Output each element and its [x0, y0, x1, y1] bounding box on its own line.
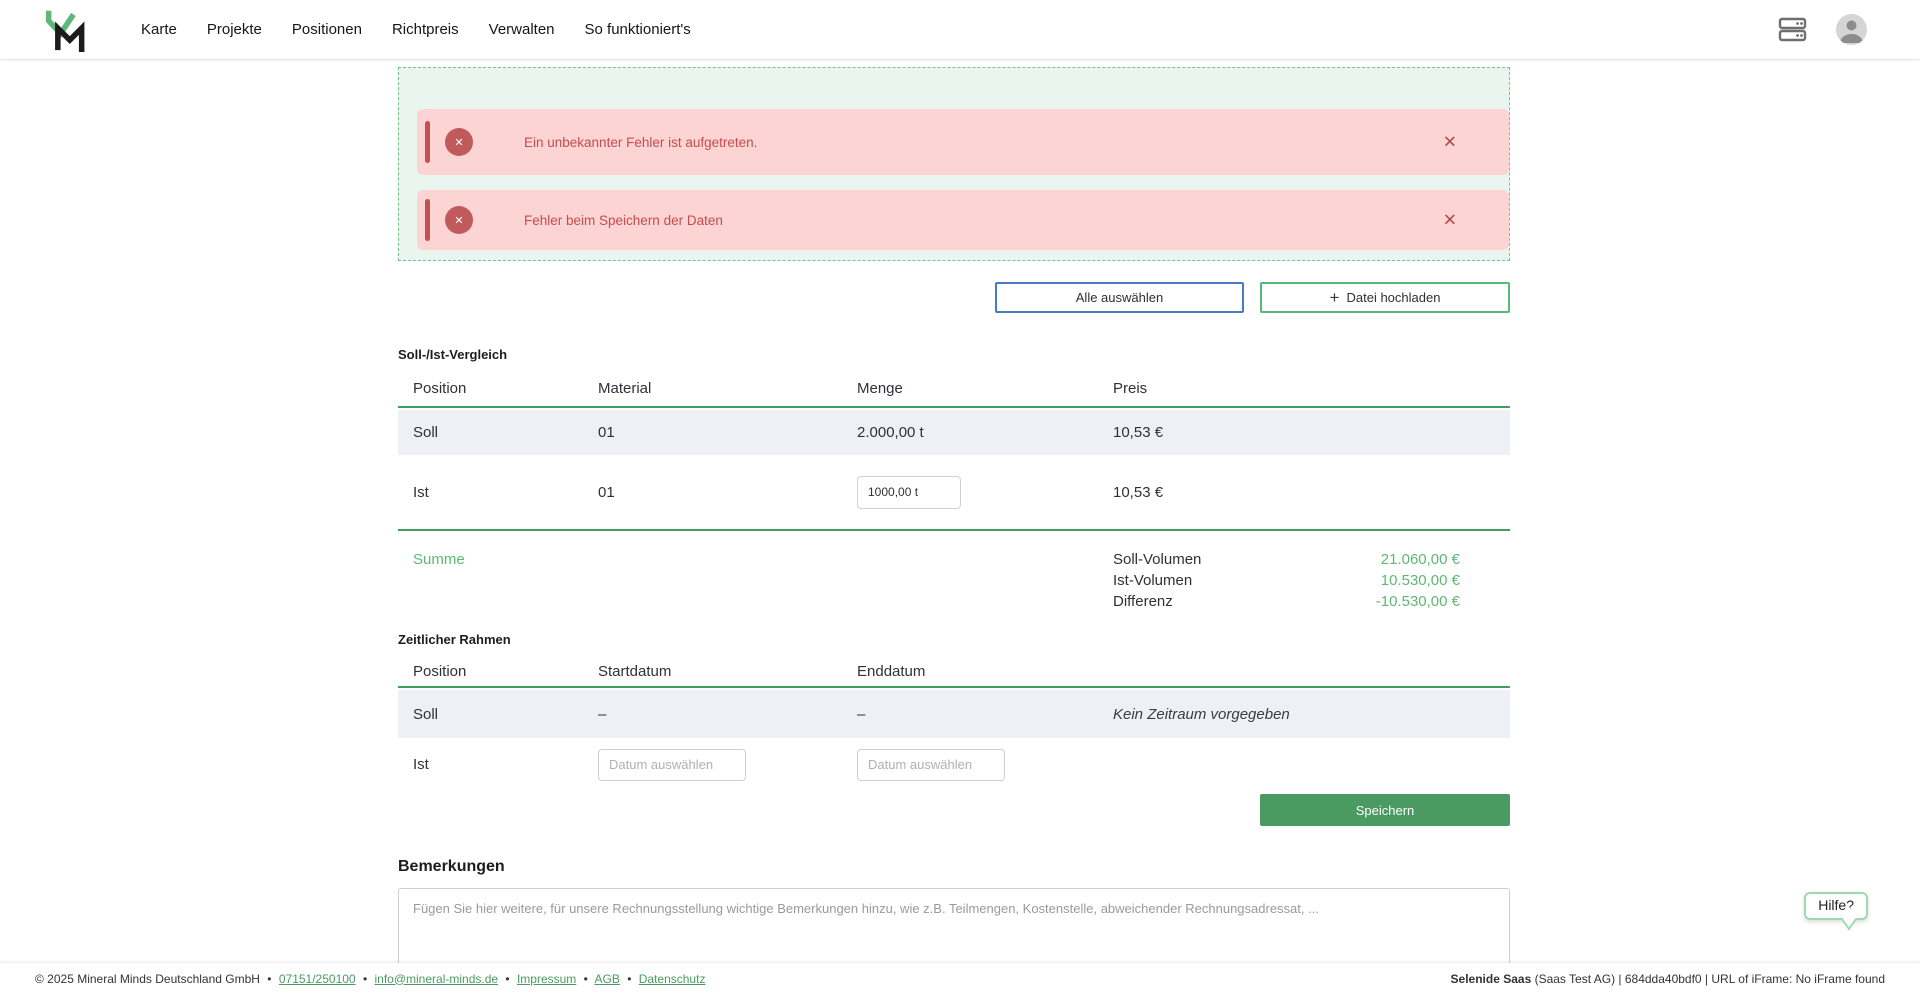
plus-icon: + — [1330, 289, 1340, 306]
summary-block: Summe Soll-Volumen 21.060,00 € Ist-Volum… — [398, 531, 1510, 612]
main-nav: Karte Projekte Positionen Richtpreis Ver… — [141, 21, 691, 38]
col-position: Position — [413, 380, 598, 397]
nav-item-richtpreis[interactable]: Richtpreis — [392, 21, 459, 38]
saas-details: (Saas Test AG) | 684dda40bdf0 | URL of i… — [1531, 972, 1885, 986]
alert-message: Fehler beim Speichern der Daten — [524, 213, 723, 228]
cell-preis: 10,53 € — [1113, 424, 1510, 441]
cell-position: Soll — [413, 424, 598, 441]
summary-row-soll-volumen: Soll-Volumen 21.060,00 € — [1113, 549, 1460, 570]
nav-item-karte[interactable]: Karte — [141, 21, 177, 38]
nav-item-so-funktionierts[interactable]: So funktioniert's — [585, 21, 691, 38]
help-bubble[interactable]: Hilfe? — [1804, 892, 1868, 920]
footer-left: © 2025 Mineral Minds Deutschland GmbH • … — [35, 972, 705, 986]
copyright-text: © 2025 Mineral Minds Deutschland GmbH — [35, 972, 260, 986]
page-content: ✕ Ein unbekannter Fehler ist aufgetreten… — [398, 67, 1510, 983]
separator: • — [267, 972, 271, 986]
phone-link[interactable]: 07151/250100 — [279, 972, 356, 986]
cell-material: 01 — [598, 424, 857, 441]
no-timeframe-note: Kein Zeitraum vorgegeben — [1113, 706, 1510, 723]
summary-value: 21.060,00 € — [1381, 549, 1460, 570]
alert-unknown-error: ✕ Ein unbekannter Fehler ist aufgetreten… — [417, 109, 1509, 175]
summary-label: Differenz — [1113, 591, 1173, 612]
cell-material: 01 — [598, 484, 857, 501]
saas-name: Selenide Saas — [1451, 972, 1532, 986]
timeframe-section-title: Zeitlicher Rahmen — [398, 632, 1510, 648]
timeframe-row-soll: Soll – – Kein Zeitraum vorgegeben — [398, 690, 1510, 738]
select-all-button[interactable]: Alle auswählen — [995, 282, 1244, 313]
datenschutz-link[interactable]: Datenschutz — [639, 972, 706, 986]
summe-label: Summe — [413, 549, 465, 612]
col-preis: Preis — [1113, 380, 1510, 397]
timeframe-table-header: Position Startdatum Enddatum — [398, 656, 1510, 688]
table-row-soll: Soll 01 2.000,00 t 10,53 € — [398, 410, 1510, 455]
table-row-ist: Ist 01 10,53 € — [398, 455, 1510, 531]
cell-preis: 10,53 € — [1113, 484, 1510, 501]
timeframe-row-ist: Ist — [398, 738, 1510, 791]
col-enddatum: Enddatum — [857, 663, 1113, 680]
nav-item-verwalten[interactable]: Verwalten — [489, 21, 555, 38]
error-circle-icon: ✕ — [445, 206, 473, 234]
footer: © 2025 Mineral Minds Deutschland GmbH • … — [0, 963, 1920, 994]
alert-accent-bar — [425, 121, 430, 163]
cell-enddatum: – — [857, 706, 1113, 723]
impressum-link[interactable]: Impressum — [517, 972, 576, 986]
cell-menge: 2.000,00 t — [857, 424, 1113, 441]
summary-row-ist-volumen: Ist-Volumen 10.530,00 € — [1113, 570, 1460, 591]
col-material: Material — [598, 380, 857, 397]
server-stack-icon[interactable] — [1778, 16, 1807, 43]
col-startdatum: Startdatum — [598, 663, 857, 680]
upload-file-button[interactable]: + Datei hochladen — [1260, 282, 1510, 313]
alerts-container: ✕ Ein unbekannter Fehler ist aufgetreten… — [398, 67, 1510, 261]
agb-link[interactable]: AGB — [595, 972, 620, 986]
cell-position: Soll — [413, 706, 598, 723]
alert-accent-bar — [425, 199, 430, 241]
save-button[interactable]: Speichern — [1260, 794, 1510, 826]
email-link[interactable]: info@mineral-minds.de — [374, 972, 498, 986]
cell-position: Ist — [413, 484, 598, 501]
remarks-title: Bemerkungen — [398, 858, 1510, 876]
alert-save-error: ✕ Fehler beim Speichern der Daten ✕ — [417, 190, 1509, 250]
alert-message: Ein unbekannter Fehler ist aufgetreten. — [524, 135, 757, 150]
summary-value: 10.530,00 € — [1381, 570, 1460, 591]
comparison-table-header: Position Material Menge Preis — [398, 371, 1510, 408]
mineral-minds-logo-icon[interactable] — [45, 6, 89, 54]
separator: • — [627, 972, 631, 986]
nav-item-projekte[interactable]: Projekte — [207, 21, 262, 38]
enddatum-input[interactable] — [857, 749, 1005, 781]
error-circle-icon: ✕ — [445, 128, 473, 156]
col-position: Position — [413, 663, 598, 680]
col-menge: Menge — [857, 380, 1113, 397]
nav-item-positionen[interactable]: Positionen — [292, 21, 362, 38]
separator: • — [363, 972, 367, 986]
separator: • — [505, 972, 509, 986]
summary-row-differenz: Differenz -10.530,00 € — [1113, 591, 1460, 612]
separator: • — [584, 972, 588, 986]
summary-label: Soll-Volumen — [1113, 549, 1201, 570]
startdatum-input[interactable] — [598, 749, 746, 781]
close-icon[interactable]: ✕ — [1443, 212, 1457, 229]
summary-value: -10.530,00 € — [1376, 591, 1460, 612]
footer-environment-info: Selenide Saas (Saas Test AG) | 684dda40b… — [1451, 972, 1885, 986]
close-icon[interactable]: ✕ — [1443, 134, 1457, 151]
summary-label: Ist-Volumen — [1113, 570, 1192, 591]
cell-startdatum: – — [598, 706, 857, 723]
user-avatar[interactable] — [1836, 14, 1867, 45]
top-navigation-bar: Karte Projekte Positionen Richtpreis Ver… — [0, 0, 1920, 60]
cell-position: Ist — [413, 756, 598, 773]
upload-file-label: Datei hochladen — [1346, 290, 1440, 305]
ist-menge-input[interactable] — [857, 476, 961, 509]
comparison-section-title: Soll-/Ist-Vergleich — [398, 347, 1510, 363]
